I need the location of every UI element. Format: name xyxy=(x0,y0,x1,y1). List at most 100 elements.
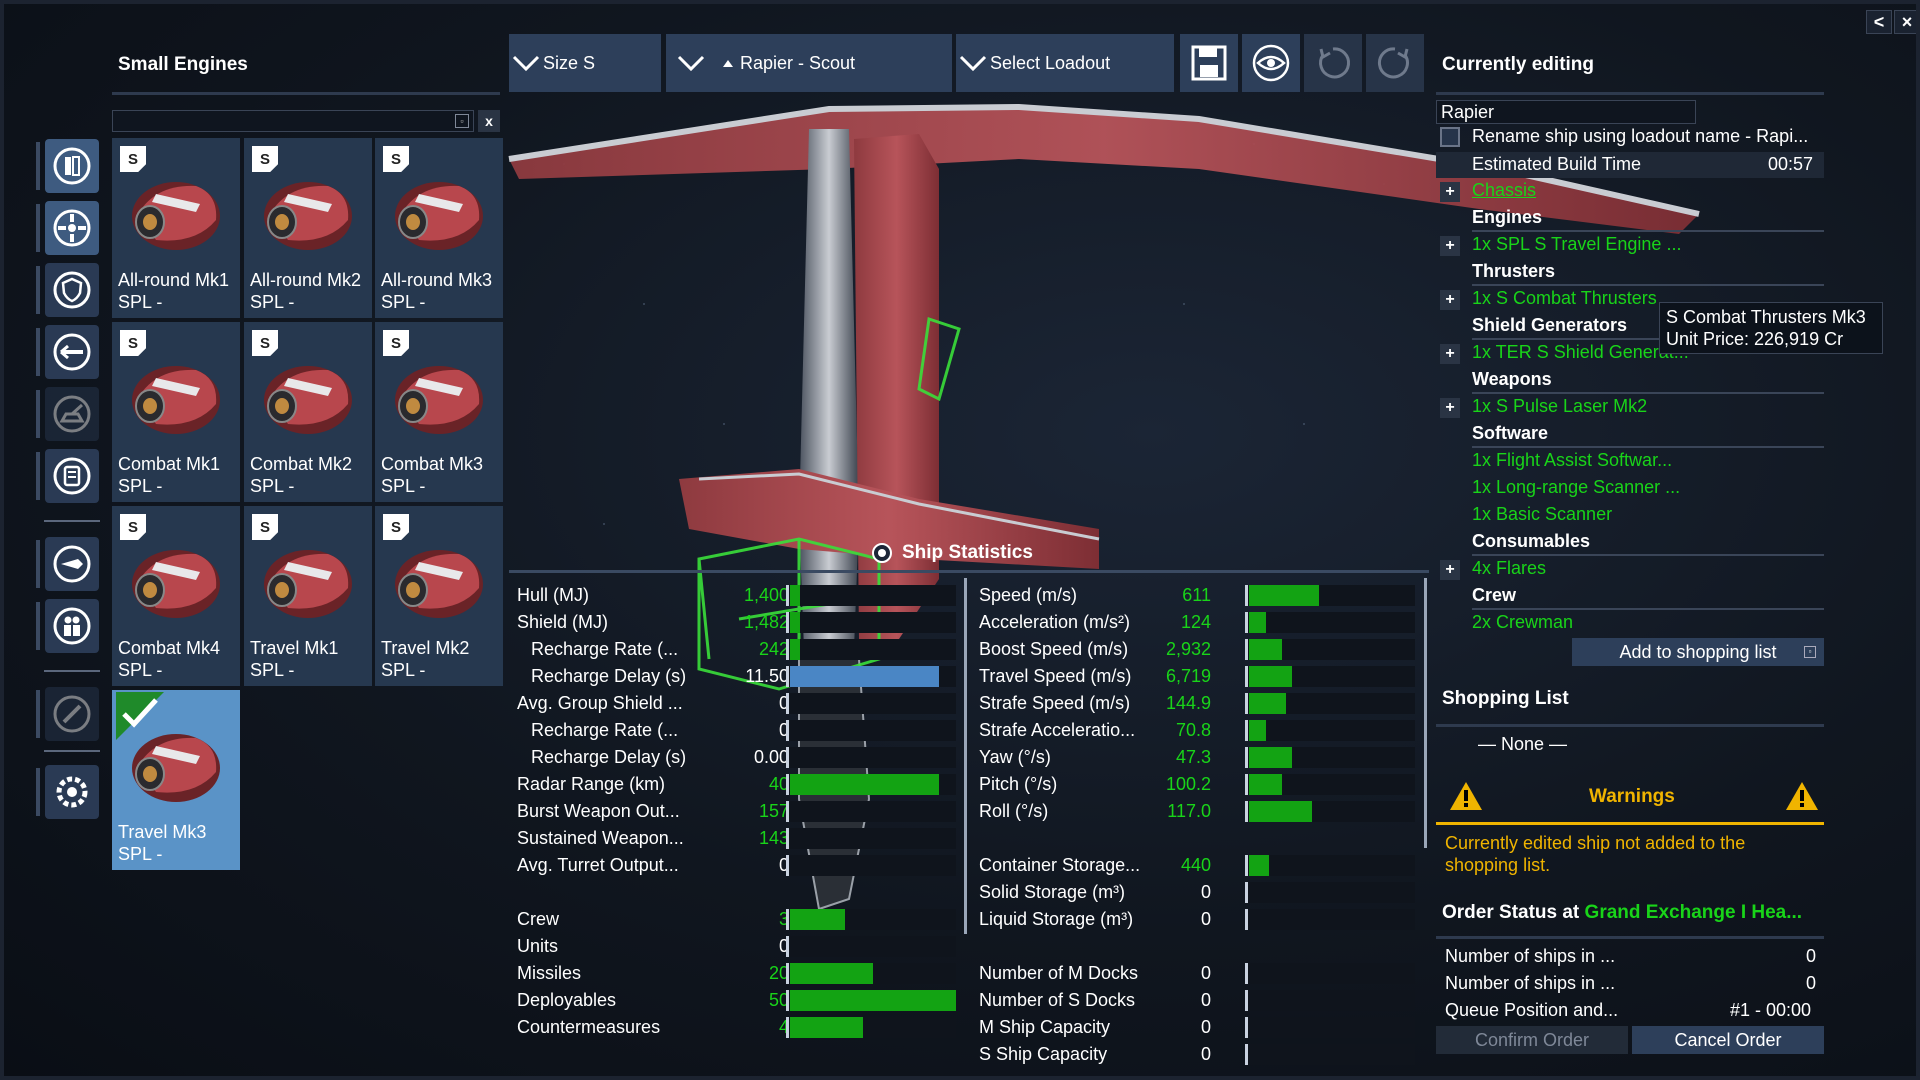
size-dropdown[interactable]: Size S xyxy=(509,34,661,92)
stat-row: Strafe Speed (m/s) 144.9 xyxy=(979,690,1419,717)
engine-item[interactable]: S Combat Mk3 SPL - xyxy=(375,322,503,502)
expand-weapons-icon[interactable]: + xyxy=(1440,398,1460,418)
ship-label: Rapier - Scout xyxy=(740,52,856,73)
search-clear-icon[interactable]: ▫ xyxy=(455,114,469,128)
engine-item[interactable]: S Combat Mk1 SPL - xyxy=(112,322,240,502)
size-badge-icon: S xyxy=(383,514,409,540)
order-station[interactable]: Grand Exchange I Hea... xyxy=(1585,902,1803,923)
expand-thrusters-icon[interactable]: + xyxy=(1440,290,1460,310)
weapons-header: Weapons xyxy=(1472,369,1552,389)
stat-bar-fill xyxy=(1249,639,1282,660)
stat-row: Pitch (°/s) 100.2 xyxy=(979,771,1419,798)
engine-item[interactable]: S All-round Mk1 SPL - xyxy=(112,138,240,318)
cancel-order-button[interactable]: Cancel Order xyxy=(1632,1026,1824,1054)
confirm-order-button[interactable]: Confirm Order xyxy=(1436,1026,1628,1054)
close-button[interactable]: × xyxy=(1894,10,1916,34)
stat-bar-tick xyxy=(786,909,789,930)
engine-item[interactable]: S All-round Mk3 SPL - xyxy=(375,138,503,318)
stat-value: 2,932 xyxy=(1165,639,1211,659)
back-button[interactable]: < xyxy=(1866,10,1892,34)
stat-row: Units 0 xyxy=(517,933,957,960)
selected-check-icon xyxy=(116,692,164,740)
shopping-list-title: Shopping List xyxy=(1442,688,1569,709)
stat-bar-fill xyxy=(1249,720,1266,741)
engine-manufacturer: SPL - xyxy=(118,476,163,496)
expand-consumables-icon[interactable]: + xyxy=(1440,560,1460,580)
expand-shields-icon[interactable]: + xyxy=(1440,344,1460,364)
rail-settings[interactable] xyxy=(36,762,108,822)
rail-consumables[interactable] xyxy=(36,446,108,506)
stat-bar-tick xyxy=(1245,855,1248,876)
crew-item[interactable]: 2x Crewman xyxy=(1472,612,1573,633)
consumable-item[interactable]: 4x Flares xyxy=(1472,558,1546,579)
undo-button[interactable] xyxy=(1304,34,1362,92)
software-item[interactable]: 1x Long-range Scanner ... xyxy=(1472,477,1680,498)
warnings-title: Warnings xyxy=(1589,786,1675,807)
missile-icon xyxy=(45,537,99,591)
stat-bar-track xyxy=(786,720,956,741)
save-icon xyxy=(1191,45,1227,81)
ship-dropdown[interactable]: Rapier - Scout xyxy=(666,34,952,92)
stat-bar-fill xyxy=(790,963,873,984)
engine-item[interactable]: 1x SPL S Travel Engine ... xyxy=(1472,234,1681,255)
build-time-value: 00:57 xyxy=(1768,154,1814,174)
stat-row: Number of M Docks 0 xyxy=(979,960,1419,987)
rail-shields[interactable] xyxy=(36,260,108,320)
engine-thumbnail xyxy=(395,182,483,250)
stat-label: Speed (m/s) xyxy=(979,585,1078,605)
engine-item[interactable]: S Travel Mk1 SPL - xyxy=(244,506,372,686)
stat-label: Acceleration (m/s²) xyxy=(979,612,1131,632)
engine-name: Combat Mk1 xyxy=(118,454,221,474)
order-row-value: #1 - 00:00 xyxy=(1730,1000,1812,1020)
preview-toggle-button[interactable] xyxy=(1242,34,1300,92)
eye-icon xyxy=(1252,44,1290,82)
add-to-shopping-list-button[interactable]: Add to shopping list ▫ xyxy=(1572,638,1824,666)
expand-chassis-icon[interactable]: + xyxy=(1440,182,1460,202)
rail-weapons[interactable] xyxy=(36,322,108,382)
stat-bar-tick xyxy=(1245,1017,1248,1038)
stats-toggle-icon[interactable] xyxy=(872,543,892,563)
stat-row: Recharge Delay (s) 11.50 xyxy=(517,663,957,690)
size-badge-icon: S xyxy=(252,514,278,540)
weapon-item[interactable]: 1x S Pulse Laser Mk2 xyxy=(1472,396,1647,417)
save-loadout-button[interactable] xyxy=(1180,34,1238,92)
rail-chassis[interactable] xyxy=(36,136,108,196)
software-item[interactable]: 1x Flight Assist Softwar... xyxy=(1472,450,1672,471)
stat-value: 70.8 xyxy=(1175,720,1211,740)
rail-engines[interactable] xyxy=(36,198,108,258)
engine-item[interactable]: S Travel Mk2 SPL - xyxy=(375,506,503,686)
stats-header[interactable]: Ship Statistics xyxy=(872,542,1033,564)
engine-item[interactable]: Travel Mk3 SPL - xyxy=(112,690,240,870)
rail-missiles[interactable] xyxy=(36,534,108,594)
item-tooltip: S Combat Thrusters Mk3 Unit Price: 226,9… xyxy=(1659,302,1883,354)
redo-button[interactable] xyxy=(1366,34,1424,92)
stat-bar-tick xyxy=(786,747,789,768)
stat-row: Speed (m/s) 611 xyxy=(979,582,1419,609)
stat-bar-tick xyxy=(1245,963,1248,984)
engine-item[interactable]: S Combat Mk2 SPL - xyxy=(244,322,372,502)
shield-item[interactable]: 1x TER S Shield Generat... xyxy=(1472,342,1689,363)
rail-crew[interactable] xyxy=(36,596,108,656)
engine-manufacturer: SPL - xyxy=(250,292,295,312)
rail-paint[interactable] xyxy=(36,684,108,744)
thruster-item[interactable]: 1x S Combat Thrusters ... xyxy=(1472,288,1677,309)
ship-name-input[interactable]: Rapier xyxy=(1436,100,1696,124)
column-divider xyxy=(964,900,967,930)
rail-turrets[interactable] xyxy=(36,384,108,444)
loadout-dropdown[interactable]: Select Loadout xyxy=(956,34,1174,92)
software-item[interactable]: 1x Basic Scanner xyxy=(1472,504,1612,525)
search-close-button[interactable]: x xyxy=(478,110,500,132)
expand-engines-icon[interactable]: + xyxy=(1440,236,1460,256)
engine-search-input[interactable]: ▫ xyxy=(112,110,474,132)
column-divider xyxy=(1424,578,1427,848)
stat-row: Roll (°/s) 117.0 xyxy=(979,798,1419,825)
shields-header: Shield Generators xyxy=(1472,315,1628,335)
engine-item[interactable]: S Combat Mk4 SPL - xyxy=(112,506,240,686)
stat-bar-tick xyxy=(1245,639,1248,660)
stat-label: Strafe Speed (m/s) xyxy=(979,693,1131,713)
stat-bar-tick xyxy=(1245,612,1248,633)
chassis-link[interactable]: Chassis xyxy=(1472,180,1536,201)
rename-checkbox[interactable] xyxy=(1440,127,1460,147)
engine-item[interactable]: S All-round Mk2 SPL - xyxy=(244,138,372,318)
stat-label: Recharge Delay (s) xyxy=(531,747,687,767)
